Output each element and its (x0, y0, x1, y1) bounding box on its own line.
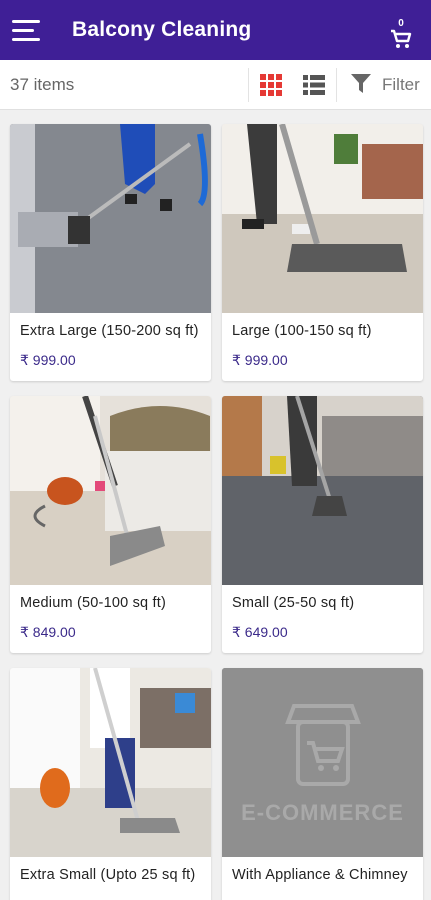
filter-icon (351, 74, 371, 93)
product-image (222, 396, 423, 585)
product-price: ₹ 649.00 (232, 624, 288, 640)
product-card[interactable]: Large (100-150 sq ft) ₹ 999.00 (222, 124, 423, 381)
product-name: With Appliance & Chimney (232, 867, 408, 883)
product-card[interactable]: E-COMMERCE With Appliance & Chimney (222, 668, 423, 900)
divider (248, 68, 249, 102)
list-toolbar: 37 items Filter (0, 60, 431, 110)
divider (336, 68, 337, 102)
product-card[interactable]: Extra Small (Upto 25 sq ft) (10, 668, 211, 900)
product-name: Large (100-150 sq ft) (232, 323, 372, 339)
app-bar: Balcony Cleaning 0 (0, 0, 431, 60)
cart-button[interactable]: 0 (389, 18, 413, 48)
product-image (222, 124, 423, 313)
product-price: ₹ 999.00 (232, 352, 288, 368)
cart-count-badge: 0 (398, 18, 404, 29)
product-card[interactable]: Medium (50-100 sq ft) ₹ 849.00 (10, 396, 211, 653)
product-image (10, 396, 211, 585)
product-name: Extra Large (150-200 sq ft) (20, 323, 199, 339)
product-name: Medium (50-100 sq ft) (20, 595, 167, 611)
product-name: Extra Small (Upto 25 sq ft) (20, 867, 196, 883)
page-title: Balcony Cleaning (72, 18, 252, 41)
product-image (10, 668, 211, 857)
shop-cart-icon (222, 668, 423, 857)
product-price: ₹ 849.00 (20, 624, 76, 640)
list-view-icon[interactable] (303, 75, 325, 95)
item-count: 37 items (10, 75, 75, 94)
placeholder-image: E-COMMERCE (222, 668, 423, 857)
product-card[interactable]: Extra Large (150-200 sq ft) ₹ 999.00 (10, 124, 211, 381)
hamburger-menu-icon[interactable] (12, 20, 42, 42)
product-image (10, 124, 211, 313)
cart-icon (391, 29, 412, 48)
product-card[interactable]: Small (25-50 sq ft) ₹ 649.00 (222, 396, 423, 653)
filter-label: Filter (382, 75, 420, 94)
placeholder-text: E-COMMERCE (241, 800, 404, 825)
grid-view-icon[interactable] (260, 74, 282, 96)
product-name: Small (25-50 sq ft) (232, 595, 355, 611)
product-price: ₹ 999.00 (20, 352, 76, 368)
